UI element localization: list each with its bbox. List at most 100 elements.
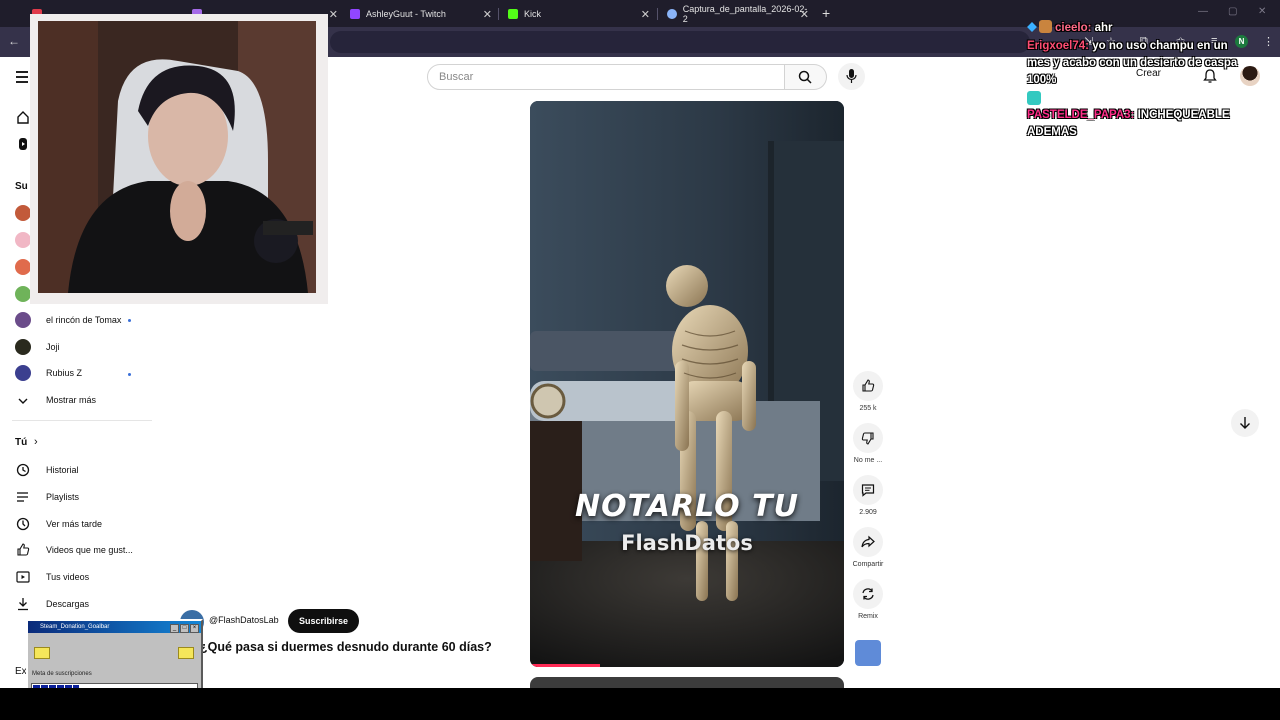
chat-text: ahr	[1094, 22, 1113, 34]
tab-separator	[498, 8, 499, 20]
watch-later-icon[interactable]	[16, 517, 30, 531]
maximize-icon[interactable]: ▢	[1228, 6, 1237, 17]
new-tab-button[interactable]: +	[822, 5, 830, 21]
you-heading[interactable]: Tú	[15, 437, 27, 448]
thumbs-down-icon	[861, 432, 874, 445]
short-video-player[interactable]: NOTARLO TU FlashDatos	[530, 101, 844, 667]
share-button[interactable]	[853, 527, 883, 557]
sidebar-item-watch-later[interactable]: Ver más tarde	[46, 519, 102, 529]
close-window-icon[interactable]: ✕	[1258, 6, 1266, 17]
subscription-avatar[interactable]	[15, 259, 31, 275]
close-tab-icon[interactable]: ✕	[483, 8, 492, 21]
show-more-button[interactable]: Mostrar más	[46, 395, 96, 405]
widget-window-buttons: _ □ ×	[169, 622, 199, 634]
maximize-icon: □	[180, 624, 189, 633]
home-icon[interactable]	[16, 110, 30, 124]
voice-search-button[interactable]	[838, 63, 865, 90]
subscription-goal-widget: Steam_Donation_Goalbar _ □ × Meta de suscr…	[26, 619, 203, 699]
sidebar-item-liked[interactable]: Videos que me gust...	[46, 545, 133, 555]
remix-button[interactable]	[853, 579, 883, 609]
tab-screenshot[interactable]: Captura_de_pantalla_2026-02-2 ✕	[667, 4, 809, 24]
playlists-icon[interactable]	[16, 490, 30, 504]
minimize-icon[interactable]: —	[1198, 6, 1208, 17]
liked-icon[interactable]	[16, 543, 30, 557]
short-progress-bar[interactable]	[530, 664, 600, 667]
sidebar-item-tomax[interactable]: el rincón de Tomax	[46, 315, 121, 325]
subscription-avatar-rubius[interactable]	[15, 365, 31, 381]
kick-icon	[508, 9, 518, 19]
remix-icon	[862, 588, 874, 600]
short-overlay-watermark: FlashDatos	[621, 531, 753, 555]
sidebar-item-downloads[interactable]: Descargas	[46, 599, 89, 609]
widget-title: Steam_Donation_Goalbar	[40, 624, 110, 630]
sound-thumbnail[interactable]	[855, 640, 881, 666]
chevron-down-icon[interactable]	[16, 394, 30, 408]
share-action[interactable]: Compartir	[852, 527, 884, 568]
explore-heading: Ex	[15, 666, 27, 677]
dislike-action[interactable]: No me ...	[852, 423, 884, 464]
remix-action[interactable]: Remix	[852, 579, 884, 620]
chat-username: Erigxoel74:	[1027, 40, 1089, 52]
dislike-label: No me ...	[853, 457, 883, 464]
next-short-preview[interactable]	[530, 677, 844, 688]
comment-icon	[861, 484, 875, 497]
downloads-icon[interactable]	[16, 597, 30, 611]
subscription-avatar[interactable]	[15, 205, 31, 221]
subscription-avatar[interactable]	[15, 232, 31, 248]
like-button[interactable]	[853, 371, 883, 401]
remix-label: Remix	[858, 613, 878, 620]
tab-label: Kick	[524, 9, 542, 19]
share-icon	[861, 535, 875, 548]
subscribe-button[interactable]: Suscribirse	[288, 609, 360, 633]
tab-kick[interactable]: Kick ✕	[508, 4, 650, 24]
webcam-feed	[38, 21, 316, 293]
twitch-icon	[350, 9, 360, 19]
comment-count: 2.909	[859, 509, 877, 516]
close-tab-icon[interactable]: ✕	[800, 8, 809, 21]
comments-button[interactable]	[853, 475, 883, 505]
user-avatar[interactable]	[1240, 66, 1260, 86]
channel-name[interactable]: @FlashDatosLab	[209, 615, 279, 625]
close-tab-icon[interactable]: ✕	[329, 8, 338, 21]
folder-icon	[34, 647, 50, 659]
tab-twitch[interactable]: AshleyGuut - Twitch ✕	[350, 4, 492, 24]
sidebar-item-history[interactable]: Historial	[46, 465, 79, 475]
subscription-avatar[interactable]	[15, 286, 31, 302]
tab-label: AshleyGuut - Twitch	[366, 9, 446, 19]
short-overlay-caption: NOTARLO TU	[575, 489, 799, 524]
close-tab-icon[interactable]: ✕	[641, 8, 650, 21]
next-short-button[interactable]	[1231, 409, 1259, 437]
shorts-icon[interactable]	[16, 137, 30, 151]
search-icon	[798, 70, 812, 84]
live-indicator	[128, 319, 131, 322]
chat-username: PASTELDE_PAPA3:	[1027, 109, 1135, 121]
widget-titlebar: Steam_Donation_Goalbar _ □ ×	[28, 621, 201, 633]
chat-message: PASTELDE_PAPA3: INCHEQUEABLE ADEMAS	[1027, 107, 1242, 141]
sidebar-item-playlists[interactable]: Playlists	[46, 492, 79, 502]
address-bar[interactable]	[330, 31, 1030, 53]
emote-icon	[1039, 20, 1052, 33]
more-menu-icon[interactable]: ⋮	[1263, 35, 1274, 48]
chevron-right-icon[interactable]: ›	[34, 436, 38, 448]
short-title: ¿Qué pasa si duermes desnudo durante 60 …	[200, 640, 492, 654]
hamburger-menu-icon[interactable]	[16, 71, 28, 86]
sidebar-item-rubius[interactable]: Rubius Z	[46, 368, 82, 378]
subscription-avatar-tomax[interactable]	[15, 312, 31, 328]
like-count: 255 k	[859, 405, 877, 412]
your-videos-icon[interactable]	[16, 570, 30, 584]
search-button[interactable]	[785, 64, 827, 90]
like-action[interactable]: 255 k	[852, 371, 884, 412]
subscription-avatar-joji[interactable]	[15, 339, 31, 355]
sidebar-item-joji[interactable]: Joji	[46, 342, 60, 352]
history-icon[interactable]	[16, 463, 30, 477]
back-icon[interactable]: ←	[8, 34, 20, 48]
dislike-button[interactable]	[853, 423, 883, 453]
stream-chat-overlay: cieelo: ahr Erigxoel74: yo no uso champu…	[1027, 20, 1242, 142]
search-input[interactable]: Buscar	[427, 64, 785, 90]
letterbox-bar	[0, 688, 1280, 720]
subscriptions-heading[interactable]: Su	[15, 181, 28, 192]
comments-action[interactable]: 2.909	[852, 475, 884, 516]
sidebar-item-your-videos[interactable]: Tus videos	[46, 572, 89, 582]
minimize-icon: _	[170, 624, 179, 633]
sidebar-divider	[12, 420, 152, 421]
